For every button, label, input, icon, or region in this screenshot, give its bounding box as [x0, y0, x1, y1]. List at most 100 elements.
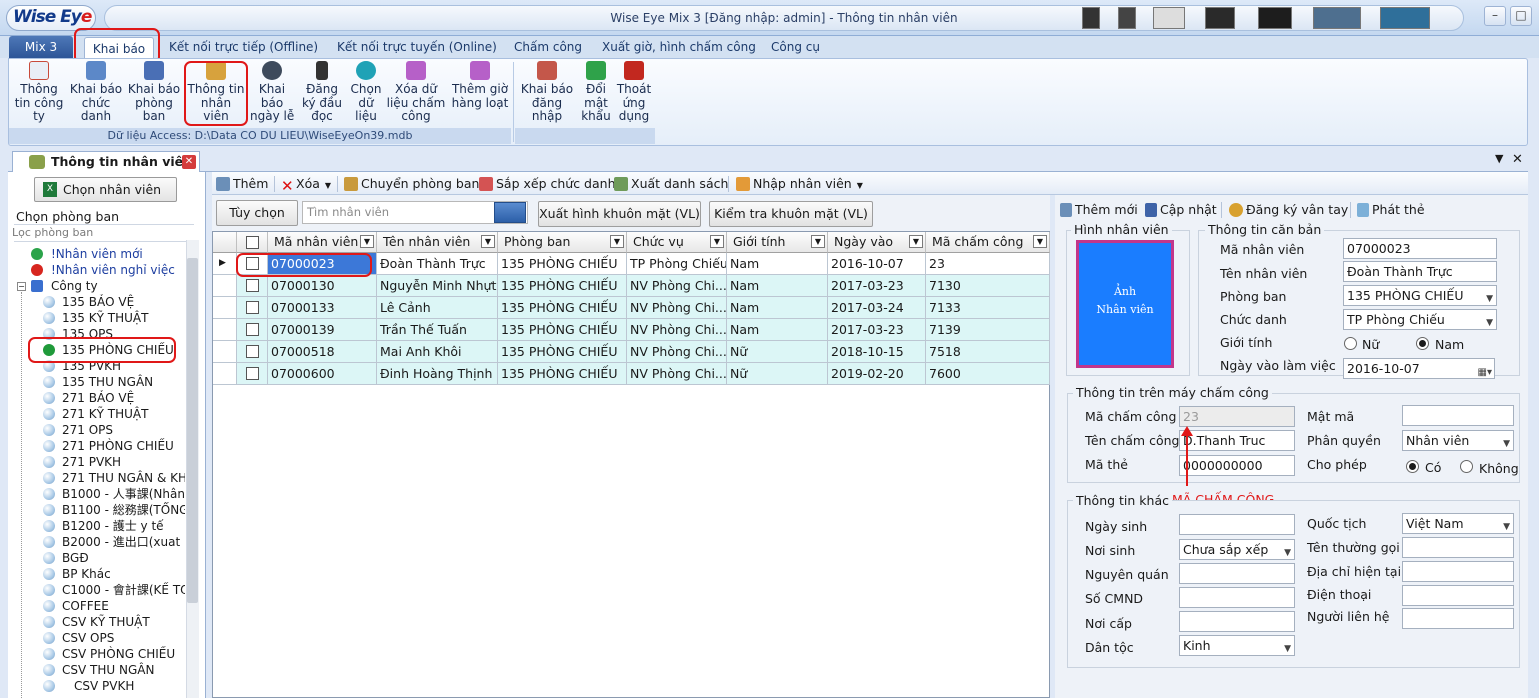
table-cell[interactable]: 2019-02-20	[828, 363, 926, 385]
phone-field[interactable]	[1402, 585, 1514, 606]
table-cell[interactable]: 2018-10-15	[828, 341, 926, 363]
table-cell[interactable]: 135 PHÒNG CHIẾU	[498, 297, 627, 319]
tree-dept-item[interactable]: B2000 - 進出口(xuat nl	[62, 534, 185, 550]
column-header[interactable]: Ngày vào ▼	[828, 232, 926, 253]
column-header[interactable]: Mã chấm công ▼	[926, 232, 1050, 253]
table-cell[interactable]: 07000139	[268, 319, 377, 341]
allow-yes-radio[interactable]	[1406, 460, 1419, 473]
column-header[interactable]: Chức vụ ▼	[627, 232, 727, 253]
role-select[interactable]: Nhân viên ▼	[1402, 430, 1514, 451]
row-checkbox[interactable]	[246, 279, 259, 292]
row-indicator[interactable]	[213, 341, 237, 363]
title-button[interactable]: Khai báo chức danh	[68, 60, 124, 124]
change-password-button[interactable]: Đổi mật khẩu	[578, 60, 614, 124]
table-cell[interactable]: 23	[926, 253, 1050, 275]
row-checkbox[interactable]	[246, 257, 259, 270]
table-cell[interactable]: 2017-03-24	[828, 297, 926, 319]
filter-dropdown-icon[interactable]: ▼	[1033, 235, 1047, 248]
row-indicator[interactable]	[213, 363, 237, 385]
collapse-icon[interactable]: −	[17, 282, 26, 291]
table-cell[interactable]: 07000023	[268, 253, 377, 275]
table-cell[interactable]: Nam	[727, 253, 828, 275]
tree-dept-item[interactable]: B1100 - 総務課(TỔNG V	[62, 502, 185, 518]
table-cell[interactable]: Nam	[727, 319, 828, 341]
issue-place-field[interactable]	[1179, 611, 1295, 632]
table-cell[interactable]: Trần Thế Tuấn	[377, 319, 498, 341]
filter-dropdown-icon[interactable]: ▼	[909, 235, 923, 248]
tab-khai-bao[interactable]: Khai báo	[84, 37, 154, 59]
table-cell[interactable]: 7518	[926, 341, 1050, 363]
table-cell[interactable]: Nguyễn Minh Nhựt	[377, 275, 498, 297]
column-header[interactable]: Mã nhân viên ▼	[268, 232, 377, 253]
tc-name-field[interactable]: D.Thanh Truc	[1179, 430, 1295, 451]
exit-button[interactable]: Thoát ứng dụng	[614, 60, 654, 124]
idcard-field[interactable]	[1179, 587, 1295, 608]
update-button[interactable]: Cập nhật	[1145, 200, 1217, 220]
maximize-button[interactable]: □	[1510, 6, 1532, 26]
table-cell[interactable]: Đinh Hoàng Thịnh	[377, 363, 498, 385]
holiday-button[interactable]: Khai báo ngày lễ	[250, 60, 294, 124]
move-dept-button[interactable]: Chuyển phòng ban	[344, 174, 479, 194]
export-face-button[interactable]: Xuất hình khuôn mặt (VL)	[538, 201, 701, 227]
table-cell[interactable]: 135 PHÒNG CHIẾU	[498, 341, 627, 363]
filter-dropdown-icon[interactable]: ▼	[481, 235, 495, 248]
tree-dept-item[interactable]: 135 KỸ THUẬT	[62, 310, 185, 326]
row-checkbox[interactable]	[246, 323, 259, 336]
tree-dept-item[interactable]: 135 PVKH	[62, 358, 185, 374]
table-cell[interactable]: 135 PHÒNG CHIẾU	[498, 319, 627, 341]
delete-data-button[interactable]: Xóa dữ liệu chấm công	[386, 60, 446, 124]
table-cell[interactable]: Nam	[727, 297, 828, 319]
table-cell[interactable]: Lê Cảnh	[377, 297, 498, 319]
table-cell[interactable]: 2017-03-23	[828, 319, 926, 341]
hometown-field[interactable]	[1179, 563, 1295, 584]
employee-photo[interactable]: Ảnh Nhân viên	[1076, 240, 1174, 368]
table-cell[interactable]: 07000130	[268, 275, 377, 297]
nationality-select[interactable]: Việt Nam ▼	[1402, 513, 1514, 534]
tab-xuat-gio[interactable]: Xuất giờ, hình chấm công	[602, 36, 756, 58]
table-cell[interactable]: 7139	[926, 319, 1050, 341]
table-cell[interactable]: Nam	[727, 275, 828, 297]
table-cell[interactable]: 07000518	[268, 341, 377, 363]
close-panel-icon[interactable]: ✕	[1512, 152, 1523, 167]
tree-dept-item[interactable]: B1000 - 人事課(Nhân S	[62, 486, 185, 502]
tree-dept-item[interactable]: CSV KỸ THUẬT	[62, 614, 185, 630]
gender-male-radio[interactable]	[1416, 337, 1429, 350]
row-checkbox[interactable]	[246, 367, 259, 380]
tree-new-employees[interactable]: !Nhân viên mới	[51, 246, 143, 262]
table-cell[interactable]: 7600	[926, 363, 1050, 385]
timekeeping-code-field[interactable]: 23	[1179, 406, 1295, 427]
allow-no-radio[interactable]	[1460, 460, 1473, 473]
column-header[interactable]: Tên nhân viên ▼	[377, 232, 498, 253]
table-cell[interactable]: TP Phòng Chiếu	[627, 253, 727, 275]
search-icon[interactable]	[494, 202, 526, 223]
choose-employee-button[interactable]: X Chọn nhân viên	[34, 177, 177, 202]
contact-field[interactable]	[1402, 608, 1514, 629]
table-cell[interactable]: 7133	[926, 297, 1050, 319]
row-checkbox[interactable]	[246, 301, 259, 314]
row-indicator[interactable]	[213, 319, 237, 341]
tree-dept-item[interactable]: B1200 - 護士 y tế	[62, 518, 185, 534]
table-cell[interactable]: NV Phòng Chi...	[627, 319, 727, 341]
address-field[interactable]	[1402, 561, 1514, 582]
tab-cham-cong[interactable]: Chấm công	[514, 36, 582, 58]
ethnic-select[interactable]: Kinh ▼	[1179, 635, 1295, 656]
tree-dept-item[interactable]: 135 THU NGÂN	[62, 374, 185, 390]
tree-dept-item[interactable]: 135 BẢO VỆ	[62, 294, 185, 310]
left-scroll-thumb[interactable]	[187, 258, 198, 603]
table-cell[interactable]: 135 PHÒNG CHIẾU	[498, 275, 627, 297]
column-header[interactable]: Phòng ban ▼	[498, 232, 627, 253]
filter-dropdown-icon[interactable]: ▼	[710, 235, 724, 248]
name-field[interactable]: Đoàn Thành Trực	[1343, 261, 1497, 282]
tree-dept-item[interactable]: 271 THU NGÂN & KHO	[62, 470, 185, 486]
table-cell[interactable]: Mai Anh Khôi	[377, 341, 498, 363]
row-indicator[interactable]	[213, 297, 237, 319]
dept-select[interactable]: 135 PHÒNG CHIẾU ▼	[1343, 285, 1497, 306]
table-cell[interactable]: Đoàn Thành Trực	[377, 253, 498, 275]
start-date-picker[interactable]: 2016-10-07 ▦▾	[1343, 358, 1495, 379]
tab-offline[interactable]: Kết nối trực tiếp (Offline)	[169, 36, 318, 58]
nickname-field[interactable]	[1402, 537, 1514, 558]
tree-dept-item[interactable]: BP Khác	[62, 566, 185, 582]
dept-button[interactable]: Khai báo phòng ban	[126, 60, 182, 124]
issue-card-button[interactable]: Phát thẻ	[1357, 200, 1425, 220]
reader-button[interactable]: Đăng ký đầu đọc	[298, 60, 346, 124]
